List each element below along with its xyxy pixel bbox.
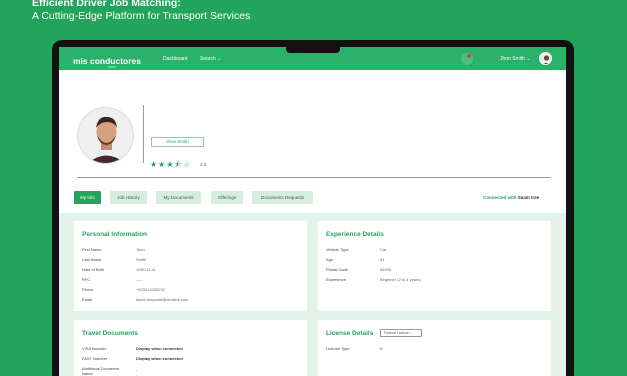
- experience-card: Experience Details Vehicle Type Car Age 34…: [318, 221, 551, 311]
- row-visa-number: VISA Number Display when connected: [82, 346, 183, 351]
- laptop-notch: [286, 44, 340, 53]
- connection-name: Seam tree: [517, 195, 540, 200]
- license-select-value: Federal License: [384, 331, 409, 335]
- row-last-name: Last Name Smith: [82, 257, 147, 262]
- row-fast-number: FAST Number Display when connected: [82, 356, 183, 361]
- profile-photo: [77, 107, 134, 164]
- profile-content: Jhon Smith ★★★⯪☆ 3.5 My Info Job History…: [59, 70, 566, 376]
- tab-documents-requests[interactable]: Documents Requests: [252, 191, 313, 204]
- card-title: Travel Documents: [82, 330, 138, 337]
- row-postal-code: Postal Code 54000: [326, 267, 392, 272]
- divider-vertical: [143, 105, 144, 163]
- row-license-type: License Type B: [326, 346, 383, 351]
- logo-domain: .com: [107, 64, 116, 69]
- license-select[interactable]: Federal License ⌄: [380, 329, 422, 337]
- card-title: Personal Information: [82, 231, 148, 238]
- tab-offerings[interactable]: Offerings: [211, 191, 243, 204]
- subheadline: A Cutting-Edge Platform for Transport Se…: [32, 10, 251, 22]
- tab-my-info[interactable]: My Info: [74, 191, 101, 204]
- personal-info-card: Personal Information First Name Jhon Last…: [74, 221, 307, 311]
- row-vehicle-type: Vehicle Type Car: [326, 247, 387, 252]
- rating-value: 3.5: [200, 162, 207, 167]
- details-section: Personal Information First Name Jhon Last…: [59, 213, 566, 376]
- connection-prefix: Connected with: [483, 195, 517, 200]
- user-name: Jhon Smith: [500, 56, 526, 62]
- chevron-down-icon: ⌄: [526, 56, 531, 62]
- connection-status: Connected with Seam tree: [483, 195, 539, 200]
- tab-job-history[interactable]: Job History: [110, 191, 147, 204]
- nav-search[interactable]: Search ⌄: [200, 56, 221, 62]
- avatar[interactable]: [539, 52, 552, 65]
- nav-search-label: Search: [200, 56, 216, 62]
- row-age: Age 34: [326, 257, 385, 262]
- rating-stars: ★★★⯪☆: [150, 160, 192, 169]
- divider: [77, 177, 551, 178]
- tab-my-documents[interactable]: My Documents: [156, 191, 201, 204]
- notification-badge: [467, 54, 471, 58]
- row-first-name: First Name Jhon: [82, 247, 145, 252]
- headline: Efficient Driver Job Matching:: [32, 0, 181, 9]
- card-title: Experience Details: [326, 231, 384, 238]
- app-screen: mis conductores .com Dashboard Search ⌄ …: [59, 47, 566, 376]
- row-rfc: RFC -----: [82, 277, 143, 282]
- row-additional-document: Additional Document Name-----: [82, 366, 138, 376]
- license-card: License Details Federal License ⌄ Licens…: [318, 320, 551, 376]
- chevron-down-icon: ⌄: [217, 56, 222, 62]
- chevron-down-icon: ⌄: [409, 331, 413, 335]
- profile-name-tag: Jhon Smith: [151, 137, 204, 147]
- row-email: Email fasen.mepooid@deodmt.com: [82, 297, 189, 302]
- user-menu[interactable]: Jhon Smith ⌄: [500, 56, 531, 62]
- nav-dashboard[interactable]: Dashboard: [163, 56, 187, 62]
- travel-documents-card: Travel Documents VISA Number Display when…: [74, 320, 307, 376]
- row-phone: Phone +523212025232: [82, 287, 166, 292]
- card-title: License Details: [326, 330, 374, 337]
- row-dob: Date of Birth 1990-11-11: [82, 267, 156, 272]
- row-experience: Experience Beginner (2 to 4 years): [326, 277, 421, 282]
